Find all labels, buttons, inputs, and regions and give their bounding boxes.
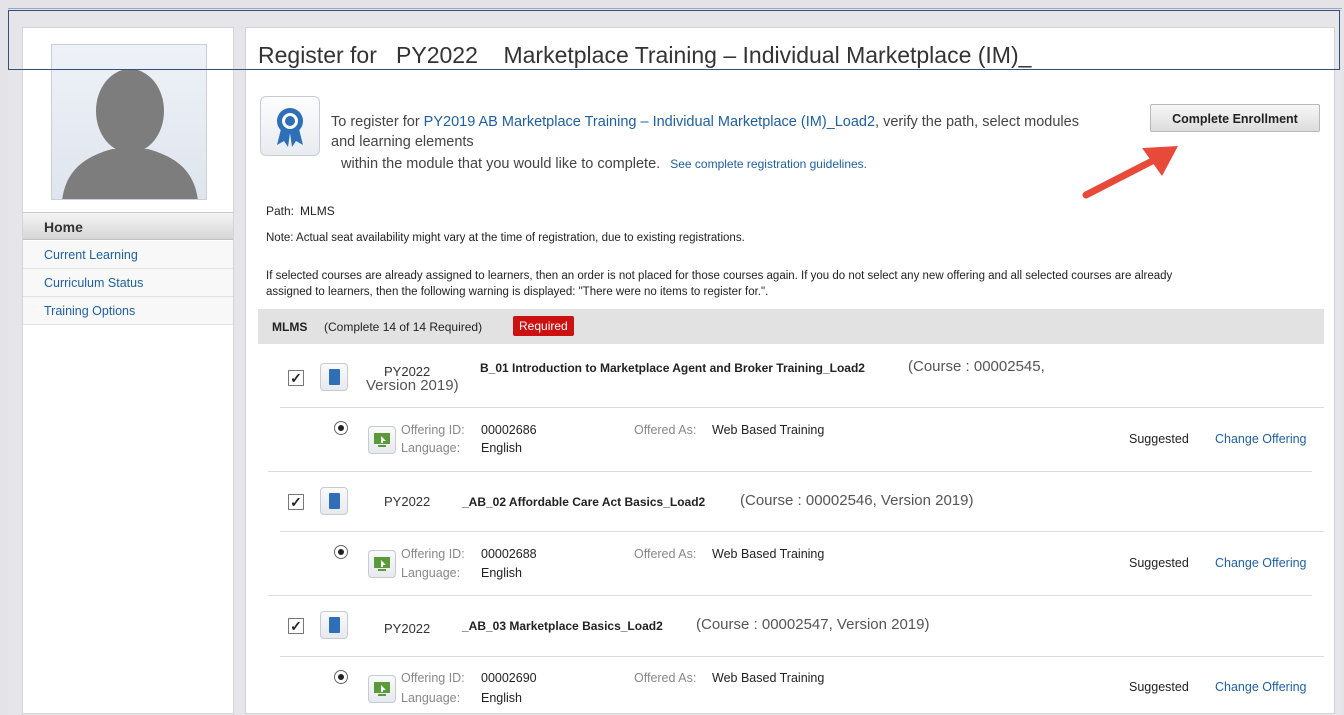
award-ribbon-icon [260, 96, 320, 156]
seat-note: Note: Actual seat availability might var… [266, 232, 745, 244]
language-value: English [481, 566, 522, 580]
course-meta: (Course : 00002547, Version 2019) [696, 616, 930, 633]
language-label: Language: [401, 441, 461, 455]
course-name: B_01 Introduction to Marketplace Agent a… [480, 361, 865, 375]
suggested-label: Suggested [1129, 432, 1189, 446]
course-name: _AB_02 Affordable Care Act Basics_Load2 [462, 495, 706, 509]
assignment-paragraph: If selected courses are already assigned… [266, 270, 1173, 298]
suggested-label: Suggested [1129, 680, 1189, 694]
course-checkbox[interactable]: ✓ [288, 370, 304, 386]
intro-line2-text: within the module that you would like to… [341, 156, 661, 172]
sidebar-item-current-learning[interactable]: Current Learning [23, 241, 233, 269]
offered-as-value: Web Based Training [712, 423, 825, 437]
intro-line-2: within the module that you would like to… [341, 156, 867, 172]
offered-as-value: Web Based Training [712, 671, 825, 685]
web-training-icon [368, 550, 396, 578]
offering-id-value: 00002688 [481, 547, 537, 561]
page-title: Register for PY2022 Marketplace Training… [258, 42, 1032, 68]
required-badge: Required [513, 316, 574, 336]
main-panel: Register for PY2022 Marketplace Training… [245, 27, 1335, 714]
sidebar-item-curriculum-status[interactable]: Curriculum Status [23, 269, 233, 297]
module-name: MLMS [272, 320, 308, 334]
offered-as-label: Offered As: [634, 423, 697, 437]
avatar [51, 44, 207, 200]
intro-prefix: To register for [331, 114, 424, 130]
sidebar-item-home[interactable]: Home [23, 212, 233, 240]
row-divider [268, 595, 1312, 596]
path-value: MLMS [300, 204, 335, 218]
path-label: Path: [266, 204, 295, 218]
course-prefix: PY2022 [384, 494, 431, 509]
language-value: English [481, 691, 522, 705]
complete-enrollment-button[interactable]: Complete Enrollment [1150, 104, 1320, 132]
module-header: MLMS (Complete 14 of 14 Required) Requir… [258, 309, 1324, 344]
offering-radio[interactable] [334, 421, 348, 435]
registration-guidelines-link[interactable]: See complete registration guidelines. [670, 157, 867, 171]
offering-radio[interactable] [334, 545, 348, 559]
offering-id-value: 00002690 [481, 671, 537, 685]
red-arrow-icon [1082, 146, 1178, 199]
profile-silhouette-icon [62, 69, 198, 199]
sidebar-item-training-options[interactable]: Training Options [23, 297, 233, 325]
book-icon [320, 611, 348, 639]
offered-as-value: Web Based Training [712, 547, 825, 561]
row-divider [268, 471, 1312, 472]
course-meta-version: Version 2019) [366, 377, 459, 394]
suggested-label: Suggested [1129, 556, 1189, 570]
web-training-icon [368, 675, 396, 703]
offered-as-label: Offered As: [634, 547, 697, 561]
language-value: English [481, 441, 522, 455]
book-icon [320, 363, 348, 391]
course-checkbox[interactable]: ✓ [288, 618, 304, 634]
course-name: _AB_03 Marketplace Basics_Load2 [462, 619, 663, 633]
offering-id-label: Offering ID: [401, 671, 465, 685]
offering-id-value: 00002686 [481, 423, 537, 437]
course-prefix: PY2022 [384, 621, 431, 636]
offered-as-label: Offered As: [634, 671, 697, 685]
language-label: Language: [401, 691, 461, 705]
language-label: Language: [401, 566, 461, 580]
top-rule [8, 8, 1342, 9]
offering-id-label: Offering ID: [401, 423, 465, 437]
row-divider [280, 531, 1324, 532]
module-status: (Complete 14 of 14 Required) [324, 320, 483, 334]
path-row: Path: MLMS [266, 204, 335, 218]
web-training-icon [368, 426, 396, 454]
book-icon [320, 487, 348, 515]
course-link[interactable]: PY2019 AB Marketplace Training – Individ… [424, 114, 875, 130]
change-offering-link[interactable]: Change Offering [1215, 556, 1307, 570]
course-meta: (Course : 00002546, Version 2019) [740, 492, 974, 509]
row-divider [280, 407, 1324, 408]
offering-radio[interactable] [334, 670, 348, 684]
offering-id-label: Offering ID: [401, 547, 465, 561]
change-offering-link[interactable]: Change Offering [1215, 432, 1307, 446]
intro-text: To register for PY2019 AB Marketplace Tr… [331, 112, 1101, 152]
change-offering-link[interactable]: Change Offering [1215, 680, 1307, 694]
sidebar: Home Current Learning Curriculum Status … [22, 27, 234, 714]
row-divider [280, 656, 1324, 657]
course-meta: (Course : 00002545, [908, 358, 1045, 375]
course-checkbox[interactable]: ✓ [288, 494, 304, 510]
